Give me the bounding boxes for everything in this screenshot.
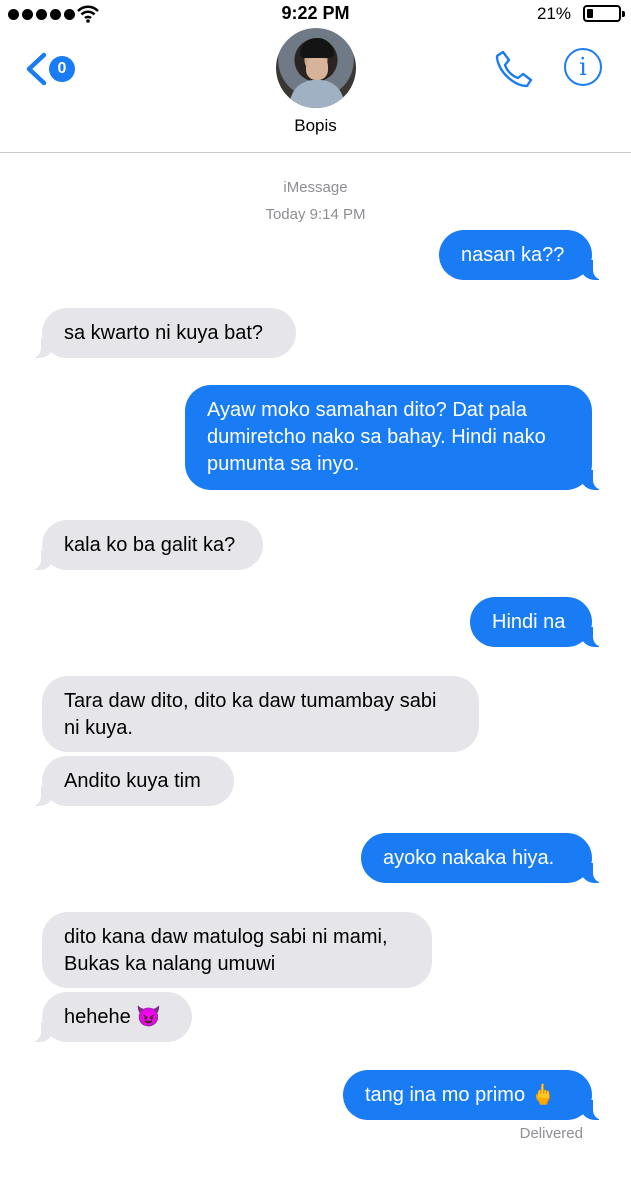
received-message[interactable]: Tara daw dito, dito ka daw tumambay sabi… — [42, 676, 479, 752]
message-text: dito kana daw matulog sabi ni mami, Buka… — [64, 926, 388, 975]
service-label: iMessage — [283, 179, 348, 196]
battery-percentage: 21% — [536, 4, 571, 23]
unread-count-badge: 0 — [49, 56, 75, 82]
message-text: Andito kuya tim — [64, 770, 201, 792]
info-button[interactable]: i — [564, 48, 602, 86]
battery-icon — [583, 5, 625, 22]
sent-message[interactable]: tang ina mo primo 🖕 — [343, 1070, 607, 1120]
message-text: Tara daw dito, dito ka daw tumambay sabi… — [64, 690, 437, 739]
received-message[interactable]: hehehe 😈 — [27, 992, 192, 1042]
info-icon: i — [579, 53, 587, 81]
thread-timestamp: Today 9:14 PM — [265, 206, 366, 223]
sent-message[interactable]: ayoko nakaka hiya. — [361, 833, 607, 883]
contact-name[interactable]: Bopis — [0, 116, 631, 136]
message-text: nasan ka?? — [461, 244, 565, 266]
avatar[interactable] — [276, 28, 356, 108]
phone-icon[interactable] — [493, 48, 535, 90]
message-text: kala ko ba galit ka? — [64, 534, 236, 556]
sent-message[interactable]: Ayaw moko samahan dito? Dat pala dumiret… — [185, 385, 607, 490]
conversation-header: 0 Bopis i — [0, 28, 631, 153]
chevron-left-icon — [26, 52, 47, 86]
received-message[interactable]: kala ko ba galit ka? — [27, 520, 263, 570]
status-bar: 9:22 PM 21% — [0, 0, 631, 28]
back-button[interactable]: 0 — [24, 50, 84, 90]
sent-message[interactable]: nasan ka?? — [439, 230, 607, 280]
received-message[interactable]: sa kwarto ni kuya bat? — [27, 308, 296, 358]
message-text: Hindi na — [492, 611, 566, 633]
received-message[interactable]: Andito kuya tim — [27, 756, 234, 806]
message-text: ayoko nakaka hiya. — [383, 847, 555, 869]
message-text: sa kwarto ni kuya bat? — [64, 322, 263, 344]
sent-message[interactable]: Hindi na — [470, 597, 607, 647]
message-text: Ayaw moko samahan dito? Dat pala dumiret… — [207, 399, 546, 475]
message-text: tang ina mo primo 🖕 — [365, 1084, 556, 1106]
delivery-status: Delivered — [519, 1125, 583, 1142]
message-text: hehehe 😈 — [64, 1006, 162, 1028]
received-message[interactable]: dito kana daw matulog sabi ni mami, Buka… — [42, 912, 432, 988]
